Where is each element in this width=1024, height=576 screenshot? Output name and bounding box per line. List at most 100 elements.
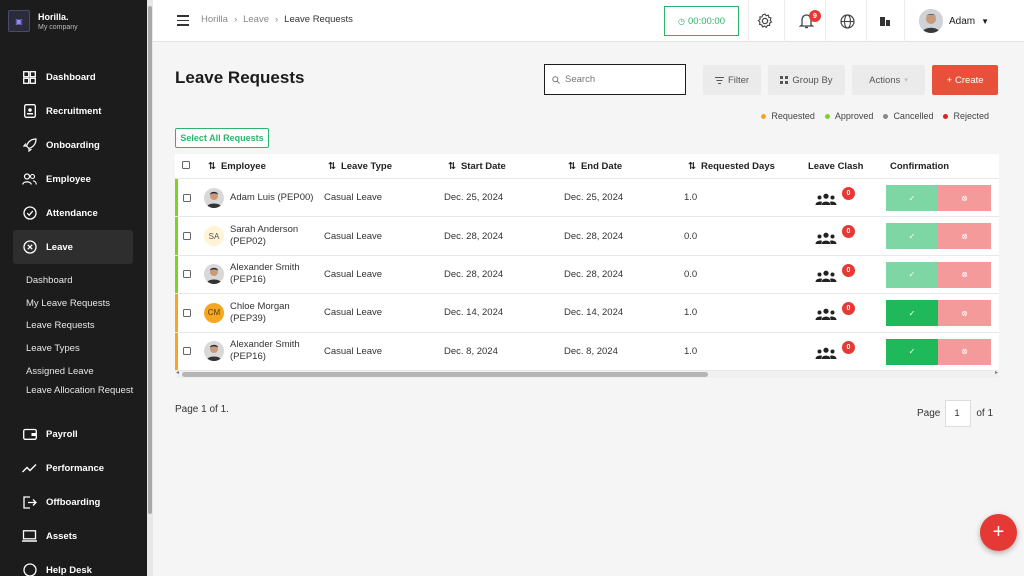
sidebar-item-employee[interactable]: Employee	[0, 162, 147, 196]
search-input[interactable]	[565, 74, 675, 85]
scrollbar-thumb[interactable]	[182, 372, 708, 377]
row-checkbox[interactable]	[183, 308, 191, 317]
column-header-employee[interactable]: ⇅ Employee	[208, 161, 266, 172]
employee-cell[interactable]: SA Sarah Anderson (PEP02)	[204, 217, 324, 254]
reject-button[interactable]: ⊗	[938, 300, 991, 327]
end-date-cell: Dec. 28, 2024	[564, 268, 624, 280]
reject-button[interactable]: ⊗	[938, 223, 991, 250]
sidebar-item-label: Payroll	[46, 428, 78, 440]
check-icon: ✓	[908, 347, 916, 357]
approve-button[interactable]: ✓	[886, 185, 938, 211]
plus-icon: +	[946, 74, 953, 86]
reject-button[interactable]: ⊗	[938, 261, 991, 288]
legend-item-approved[interactable]: Approved	[824, 111, 873, 121]
submenu-item-my-leave-requests[interactable]: My Leave Requests	[26, 293, 147, 316]
leave-clash-cell[interactable]: 0	[815, 256, 856, 293]
attendance-timer-button[interactable]: ◷ 00:00:00	[664, 6, 739, 36]
scroll-left-icon[interactable]: ◂	[176, 369, 179, 376]
approve-button[interactable]: ✓	[886, 223, 938, 250]
rocket-icon	[22, 138, 37, 153]
pagination-summary: Page 1 of 1.	[175, 404, 229, 415]
leave-clash-cell[interactable]: 0	[815, 179, 856, 216]
avatar	[204, 187, 224, 208]
gear-icon[interactable]	[756, 12, 774, 30]
leave-clash-cell[interactable]: 0	[815, 217, 856, 254]
company-switch-icon[interactable]	[876, 12, 894, 30]
submenu-item-leave-allocation-request[interactable]: Leave Allocation Request	[26, 383, 147, 413]
employee-cell[interactable]: Adam Luis (PEP00)	[204, 179, 324, 216]
start-date-cell: Dec. 8, 2024	[444, 345, 498, 357]
end-date-cell: Dec. 25, 2024	[564, 192, 624, 204]
sidebar-item-dashboard[interactable]: Dashboard	[0, 60, 147, 94]
sidebar-scrollbar[interactable]	[147, 0, 153, 576]
table-row[interactable]: SA Sarah Anderson (PEP02) Casual Leave D…	[175, 217, 999, 256]
select-all-checkbox[interactable]	[182, 161, 190, 169]
employee-name: Adam Luis (PEP00)	[230, 191, 314, 203]
approve-button[interactable]: ✓	[886, 261, 938, 288]
sidebar-item-offboarding[interactable]: Offboarding	[0, 485, 147, 519]
requested-days-cell: 1.0	[684, 345, 698, 357]
clock-icon: ◷	[678, 16, 685, 26]
users-icon	[22, 172, 37, 187]
table-row[interactable]: Alexander Smith (PEP16) Casual Leave Dec…	[175, 332, 999, 371]
trend-icon	[22, 461, 37, 476]
row-checkbox[interactable]	[183, 193, 191, 202]
filter-button[interactable]: Filter	[703, 65, 761, 95]
sidebar-item-payroll[interactable]: Payroll	[0, 417, 147, 451]
employee-cell[interactable]: Alexander Smith (PEP16)	[204, 256, 324, 293]
sidebar-item-attendance[interactable]: Attendance	[0, 196, 147, 230]
user-menu[interactable]: Adam ▼	[919, 9, 989, 33]
users-group-icon	[815, 347, 837, 362]
breadcrumb-item-horilla[interactable]: Horilla	[201, 14, 228, 25]
sidebar-item-performance[interactable]: Performance	[0, 451, 147, 485]
select-all-requests-button[interactable]: Select All Requests	[175, 128, 269, 148]
sidebar-item-help-desk[interactable]: Help Desk	[0, 553, 147, 576]
legend-item-requested[interactable]: Requested	[761, 111, 815, 121]
page-number-input[interactable]: 1	[945, 400, 972, 427]
quick-add-button[interactable]: +	[980, 514, 1017, 551]
employee-cell[interactable]: Alexander Smith (PEP16)	[204, 333, 324, 370]
sort-icon: ⇅	[328, 161, 336, 172]
start-date-cell: Dec. 28, 2024	[444, 230, 504, 242]
submenu-item-leave-requests[interactable]: Leave Requests	[26, 315, 147, 338]
sidebar-item-recruitment[interactable]: Recruitment	[0, 94, 147, 128]
approve-button[interactable]: ✓	[886, 300, 938, 327]
sidebar-item-onboarding[interactable]: Onboarding	[0, 128, 147, 162]
legend-item-cancelled[interactable]: Cancelled	[883, 111, 933, 121]
employee-name: Alexander Smith (PEP16)	[230, 339, 300, 363]
column-header-leave-type[interactable]: ⇅ Leave Type	[328, 161, 392, 172]
submenu-item-assigned-leave[interactable]: Assigned Leave	[26, 361, 147, 384]
leave-clash-cell[interactable]: 0	[815, 333, 856, 370]
column-header-start-date[interactable]: ⇅ Start Date	[448, 161, 506, 172]
legend-item-rejected[interactable]: Rejected	[943, 111, 989, 121]
row-checkbox[interactable]	[183, 232, 191, 241]
avatar	[919, 9, 943, 33]
reject-button[interactable]: ⊗	[938, 338, 991, 365]
row-checkbox[interactable]	[183, 270, 191, 279]
approve-button[interactable]: ✓	[886, 338, 938, 365]
globe-icon[interactable]	[838, 12, 856, 30]
table-row[interactable]: Alexander Smith (PEP16) Casual Leave Dec…	[175, 255, 999, 295]
row-checkbox[interactable]	[183, 347, 191, 356]
brand[interactable]: ▣ Horilla. My company	[0, 0, 147, 42]
reject-button[interactable]: ⊗	[938, 185, 991, 211]
sidebar-item-assets[interactable]: Assets	[0, 519, 147, 553]
table-row[interactable]: CM Chloe Morgan (PEP39) Casual Leave Dec…	[175, 294, 999, 333]
hamburger-menu-icon[interactable]	[177, 15, 189, 29]
submenu-item-dashboard[interactable]: Dashboard	[26, 270, 147, 293]
scroll-right-icon[interactable]: ▸	[995, 369, 998, 376]
employee-cell[interactable]: CM Chloe Morgan (PEP39)	[204, 294, 324, 331]
create-button[interactable]: + Create	[932, 65, 998, 95]
sidebar-item-leave[interactable]: Leave	[13, 230, 133, 264]
column-header-end-date[interactable]: ⇅ End Date	[568, 161, 622, 172]
table-horizontal-scrollbar[interactable]: ◂ ▸	[175, 369, 999, 378]
search-box[interactable]	[544, 64, 686, 95]
group-by-button[interactable]: Group By	[768, 65, 845, 95]
column-header-requested-days[interactable]: ⇅ Requested Days	[688, 161, 775, 172]
leave-clash-cell[interactable]: 0	[815, 294, 856, 331]
actions-dropdown-button[interactable]: Actions ▾	[852, 65, 925, 95]
table-row[interactable]: Adam Luis (PEP00) Casual Leave Dec. 25, …	[175, 179, 999, 218]
breadcrumb-item-leave[interactable]: Leave	[243, 14, 269, 25]
sidebar-scrollbar-thumb[interactable]	[148, 6, 152, 514]
submenu-item-leave-types[interactable]: Leave Types	[26, 338, 147, 361]
